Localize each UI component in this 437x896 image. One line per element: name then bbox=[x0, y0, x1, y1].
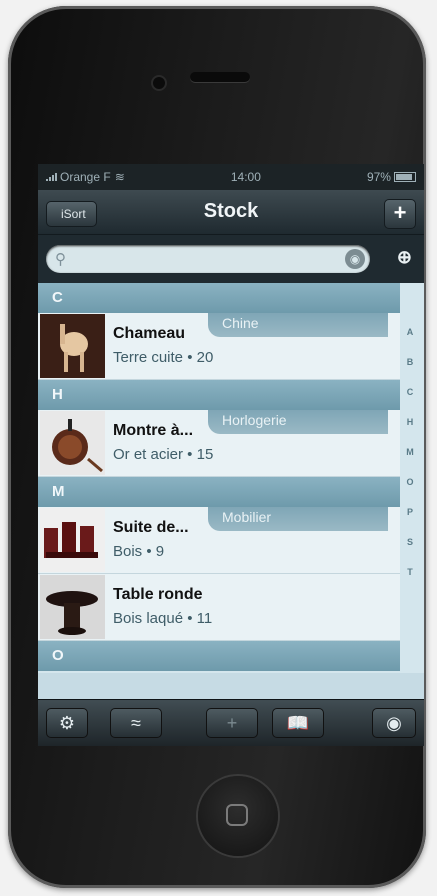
search-bar: ⚲ ◉ ⊕ bbox=[38, 235, 424, 283]
item-thumbnail bbox=[40, 411, 105, 475]
list-item[interactable]: Suite de... Bois • 9 Mobilier bbox=[38, 507, 400, 574]
section-header-m: M bbox=[38, 477, 400, 507]
item-thumbnail bbox=[40, 508, 105, 572]
status-bar: Orange F ≋ 14:00 97% bbox=[38, 164, 424, 190]
barcode-scan-icon[interactable]: ◉ bbox=[345, 249, 365, 269]
index-letter[interactable]: T bbox=[407, 557, 413, 587]
item-thumbnail bbox=[40, 575, 105, 639]
item-thumbnail bbox=[40, 314, 105, 378]
item-detail: Bois • 9 bbox=[113, 543, 165, 560]
category-tag: Mobilier bbox=[208, 507, 388, 531]
section-header-h: H bbox=[38, 380, 400, 410]
navigation-bar: iSort Stock + bbox=[38, 190, 424, 235]
section-index[interactable]: A B C H M O P S T bbox=[400, 287, 420, 587]
home-square-icon bbox=[226, 804, 248, 826]
wifi-icon[interactable]: ≈ bbox=[110, 708, 162, 738]
item-detail: Or et acier • 15 bbox=[113, 446, 214, 463]
earpiece-speaker bbox=[190, 72, 250, 82]
app-screen: Orange F ≋ 14:00 97% iSort Stock + ⚲ ◉ ⊕… bbox=[38, 164, 424, 746]
index-letter[interactable]: S bbox=[407, 527, 413, 557]
search-input[interactable]: ⚲ ◉ bbox=[46, 245, 370, 273]
stock-list: C Chameau Terre cuite • 20 Chine H Montr… bbox=[38, 283, 424, 673]
category-tag: Horlogerie bbox=[208, 410, 388, 434]
carrier-label: Orange F bbox=[60, 170, 111, 184]
bottom-toolbar: ⚙ ≈ + 📖 ◉ bbox=[38, 699, 424, 746]
gear-icon[interactable]: ⚙ bbox=[46, 708, 88, 738]
index-letter[interactable]: A bbox=[407, 317, 414, 347]
item-name: Chameau bbox=[113, 325, 186, 342]
wifi-status-icon: ≋ bbox=[114, 170, 125, 184]
eye-icon[interactable]: ◉ bbox=[372, 708, 416, 738]
list-item[interactable]: Montre à... Or et acier • 15 Horlogerie bbox=[38, 410, 400, 477]
category-tag: Chine bbox=[208, 313, 388, 337]
battery-icon bbox=[393, 172, 416, 182]
zoom-search-icon[interactable]: ⊕ bbox=[397, 247, 412, 268]
item-name: Table ronde bbox=[113, 586, 203, 603]
add-item-button[interactable]: + bbox=[384, 199, 416, 229]
add-icon[interactable]: + bbox=[206, 708, 258, 738]
section-header-c: C bbox=[38, 283, 400, 313]
battery-percent: 97% bbox=[366, 170, 391, 184]
clock: 14:00 bbox=[230, 170, 261, 184]
list-item[interactable]: Table ronde Bois laqué • 11 bbox=[38, 574, 400, 641]
item-name: Suite de... bbox=[113, 519, 189, 536]
index-letter[interactable]: H bbox=[407, 407, 414, 437]
book-icon[interactable]: 📖 bbox=[272, 708, 324, 738]
index-letter[interactable]: M bbox=[406, 437, 414, 467]
list-item[interactable]: Chameau Terre cuite • 20 Chine bbox=[38, 313, 400, 380]
item-detail: Bois laqué • 11 bbox=[113, 610, 213, 627]
signal-icon bbox=[46, 173, 57, 181]
index-letter[interactable]: C bbox=[407, 377, 414, 407]
item-detail: Terre cuite • 20 bbox=[113, 349, 214, 366]
front-camera bbox=[153, 77, 165, 89]
item-name: Montre à... bbox=[113, 422, 194, 439]
section-header-o: O bbox=[38, 641, 400, 671]
index-letter[interactable]: P bbox=[407, 497, 413, 527]
home-button[interactable] bbox=[198, 776, 278, 856]
page-title: Stock bbox=[203, 200, 259, 222]
index-letter[interactable]: O bbox=[406, 467, 413, 497]
index-letter[interactable]: B bbox=[407, 347, 414, 377]
search-icon: ⚲ bbox=[55, 251, 66, 268]
phone-frame: Orange F ≋ 14:00 97% iSort Stock + ⚲ ◉ ⊕… bbox=[8, 6, 426, 888]
